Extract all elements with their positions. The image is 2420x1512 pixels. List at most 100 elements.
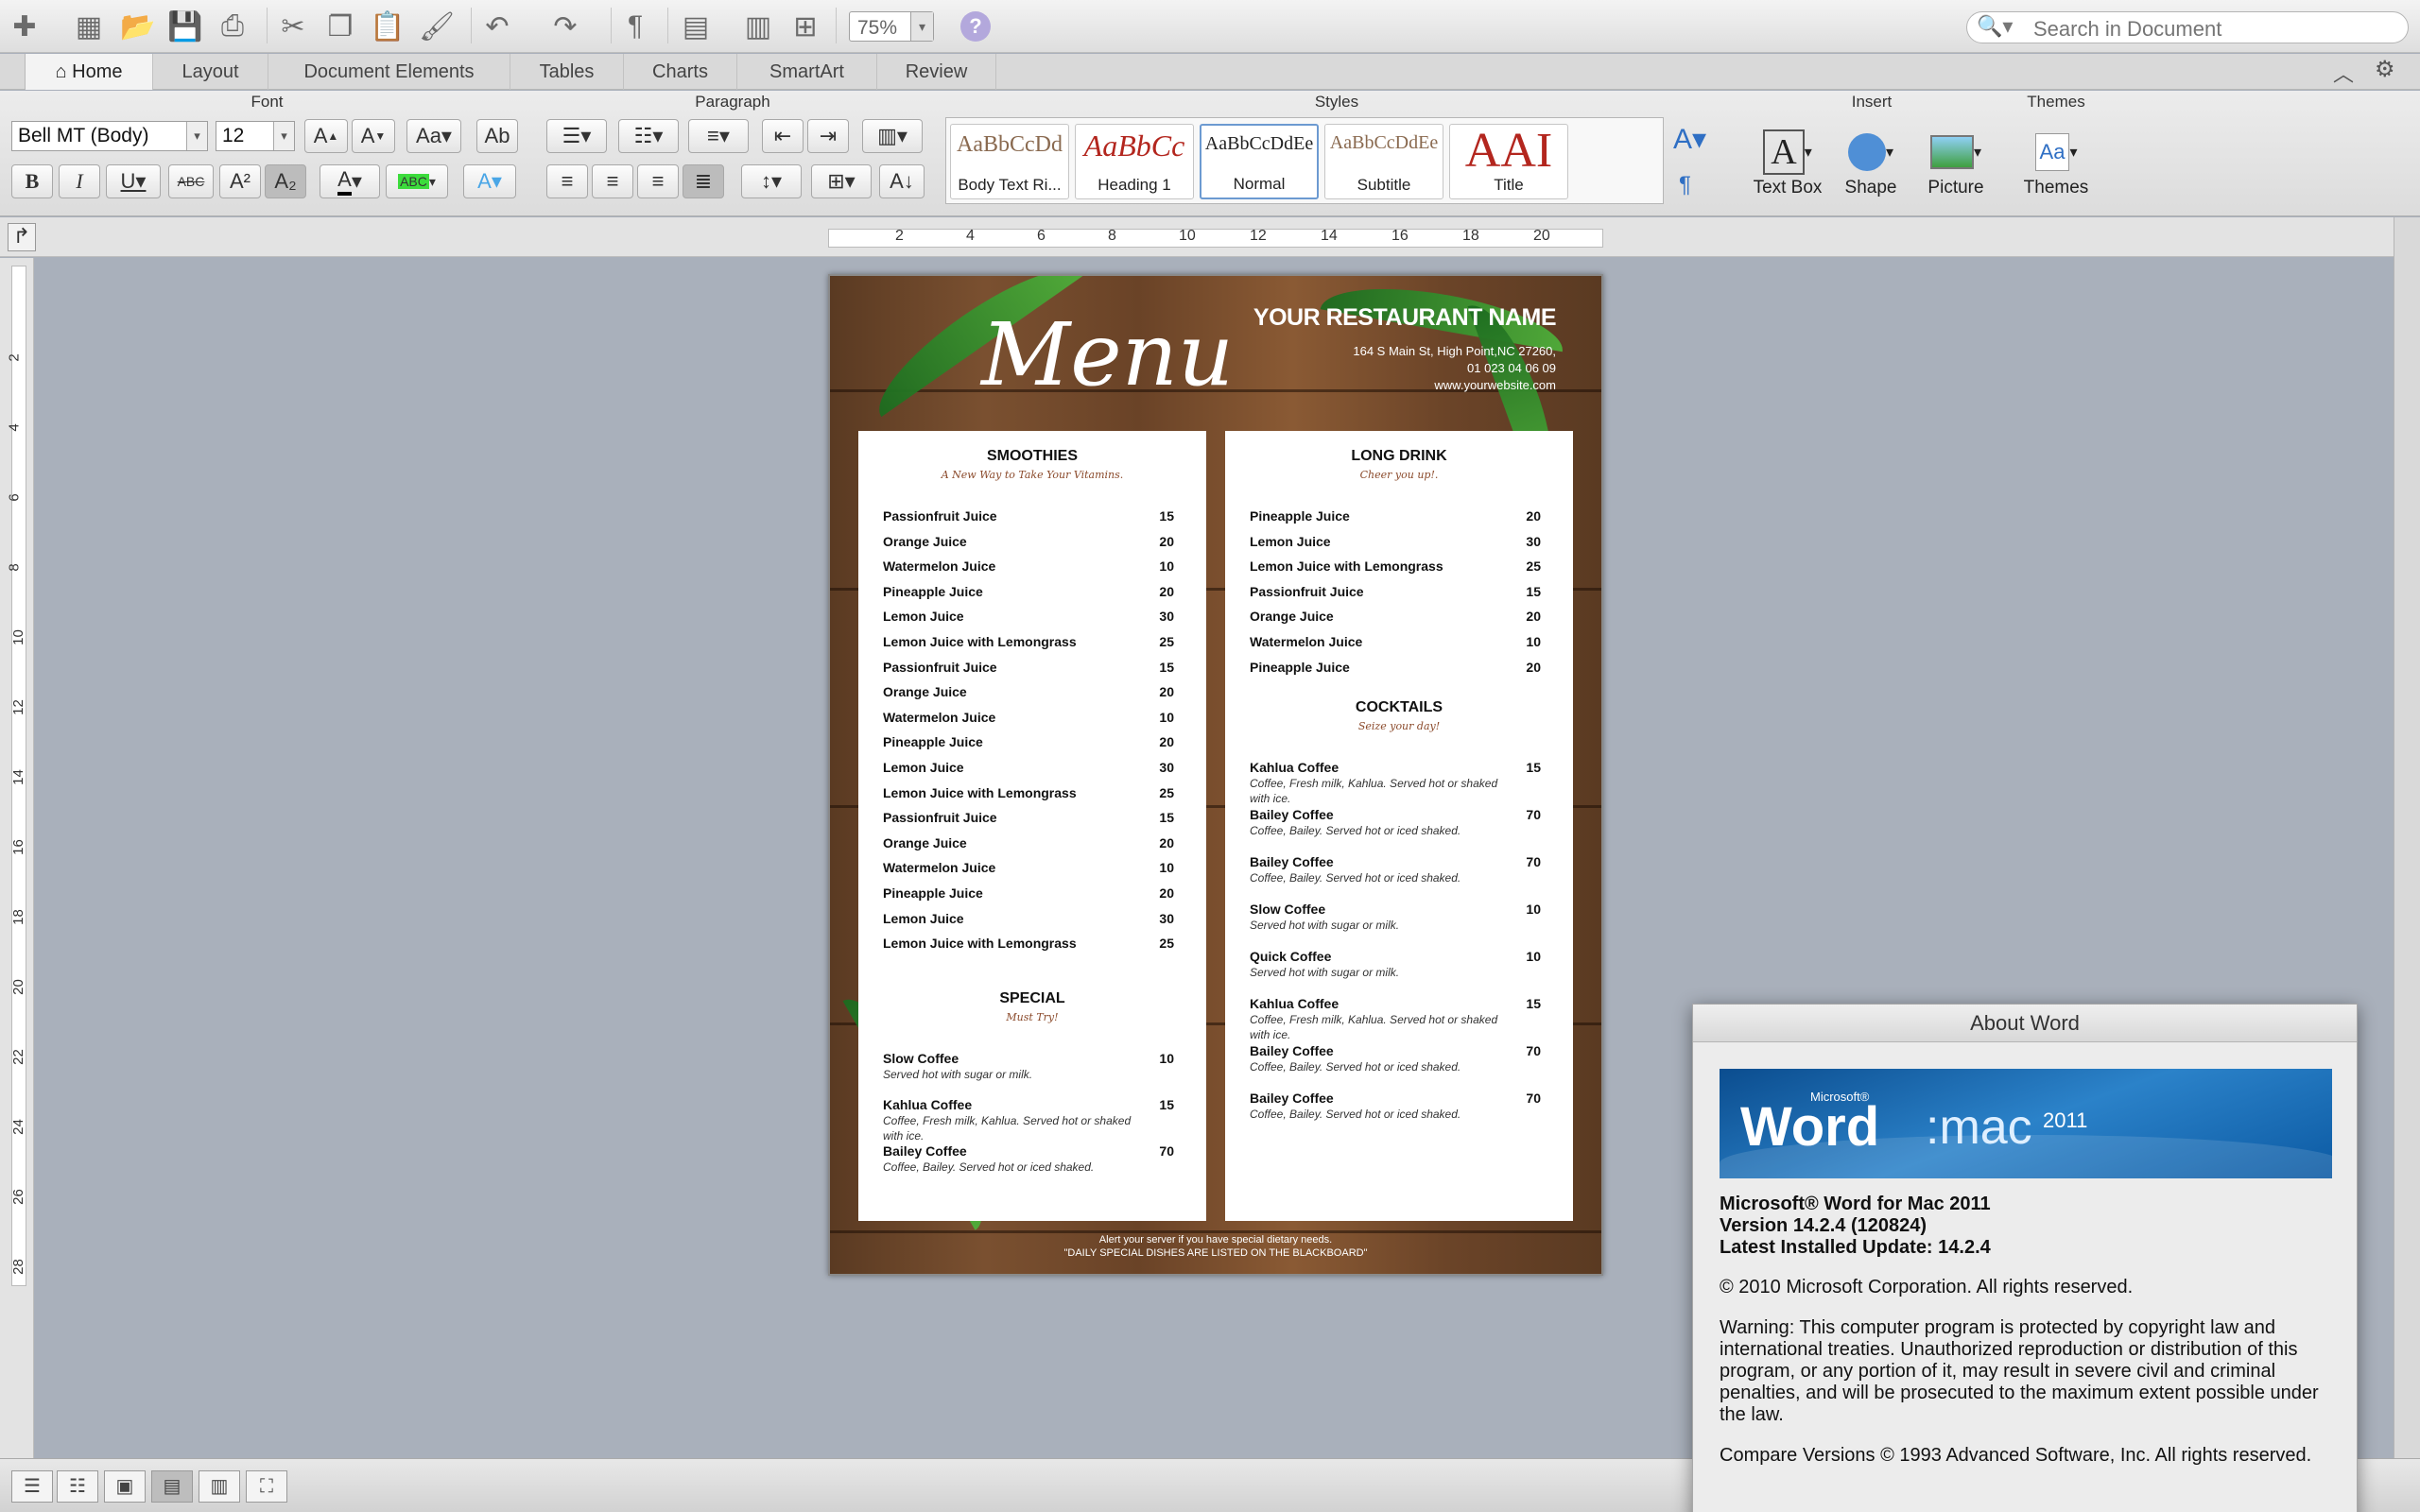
view-layout-icon[interactable]: ▤ [675,6,717,47]
vruler-strip[interactable]: 2 4 6 8 10 12 14 16 18 20 22 24 26 28 [7,266,26,1286]
search-icon[interactable]: 🔍▾ [1977,14,2013,39]
decrease-indent-button[interactable]: ⇤ [762,119,804,153]
save-icon[interactable]: 💾 [164,6,206,47]
template-gallery-icon[interactable]: ▦ [68,6,110,47]
paste-icon[interactable]: 📋 [367,6,408,47]
pilcrow-icon[interactable]: ¶ [614,6,656,47]
style-title[interactable]: AAI Title [1449,124,1568,199]
shape-button[interactable]: ▾ Shape [1828,127,1913,204]
text-effects-button[interactable]: A▾ [463,164,516,198]
ruler-strip[interactable]: 2 4 6 8 10 12 14 16 18 20 [828,228,1603,248]
help-icon[interactable]: ? [960,11,991,42]
subscript-button[interactable]: A₂ [265,164,306,198]
print-icon[interactable]: ⎙ [212,6,253,47]
gear-icon[interactable]: ⚙ [2375,56,2395,83]
shrink-font-button[interactable]: A ▼ [352,119,395,153]
increase-indent-button[interactable]: ⇥ [807,119,849,153]
menu-item-description: Coffee, Bailey. Served hot or iced shake… [1250,824,1461,837]
picture-button[interactable]: ▾ Picture [1913,127,1998,204]
strikethrough-button[interactable]: ABC [168,164,214,198]
bullets-button[interactable]: ☰▾ [546,119,607,153]
draft-view-button[interactable]: ☰ [11,1470,53,1503]
style-normal[interactable]: AaBbCcDdEe Normal [1200,124,1319,199]
highlight-button[interactable]: ABC ▾ [386,164,448,198]
outline-view-button[interactable]: ☷ [57,1470,98,1503]
tab-document-elements[interactable]: Document Elements [268,54,510,90]
print-layout-view-button[interactable]: ▤ [151,1470,193,1503]
menu-item-name: Watermelon Juice [883,860,996,876]
publishing-view-button[interactable]: ▣ [104,1470,146,1503]
ruler-number: 22 [9,1049,26,1065]
tab-home[interactable]: ⌂ Home [25,54,153,90]
sort-button[interactable]: A↓ [879,164,925,198]
menu-item: Bailey Coffee 70 Coffee, Bailey. Served ho… [1250,854,1541,885]
section-title: SPECIAL [999,990,1065,1006]
cut-icon[interactable]: ✂ [272,6,314,47]
style-heading-1[interactable]: AaBbCc Heading 1 [1075,124,1194,199]
change-case-button[interactable]: Aa▾ [406,119,461,153]
vertical-ruler[interactable]: 2 4 6 8 10 12 14 16 18 20 22 24 26 28 [0,258,34,1458]
font-color-button[interactable]: A ▾ [320,164,380,198]
numbering-button[interactable]: ☷▾ [618,119,679,153]
restaurant-name: YOUR RESTAURANT NAME [1253,304,1557,331]
media-browser-icon[interactable]: ⊞ [785,6,826,47]
new-document-icon[interactable]: ✚ [4,6,45,47]
align-right-button[interactable]: ≡ [637,164,679,198]
borders-button[interactable]: ⊞▾ [811,164,872,198]
chevron-down-icon[interactable]: ▾ [273,122,294,150]
align-center-button[interactable]: ≡ [592,164,633,198]
open-icon[interactable]: 📂 [117,6,159,47]
copy-icon[interactable]: ❐ [320,6,361,47]
multilevel-list-button[interactable]: ≡▾ [688,119,749,153]
justify-button[interactable]: ≣ [683,164,724,198]
menu-item: Pineapple Juice 20 [1250,660,1541,680]
italic-button[interactable]: I [59,164,100,198]
clear-formatting-button[interactable]: Ab [476,119,518,153]
style-manager-icon[interactable]: A▾ [1673,123,1706,156]
grow-font-button[interactable]: A ▲ [304,119,348,153]
search-input[interactable] [2033,17,2393,42]
superscript-button[interactable]: A² [219,164,261,198]
document-page[interactable]: Menu YOUR RESTAURANT NAME 164 S Main St,… [828,274,1603,1276]
horizontal-ruler[interactable]: ↱ 2 4 6 8 10 12 14 16 18 20 [0,217,2420,257]
menu-item-name: Kahlua Coffee [1250,996,1340,1011]
collapse-ribbon-icon[interactable]: ︿ [2333,58,2354,88]
dialog-title[interactable]: About Word [1693,1005,2357,1042]
tab-review[interactable]: Review [877,54,996,90]
menu-item-price: 20 [1526,659,1541,675]
bold-button[interactable]: B [11,164,53,198]
style-subtitle[interactable]: AaBbCcDdEe Subtitle [1324,124,1443,199]
zoom-select[interactable]: 75% ▾ [849,11,934,42]
chevron-down-icon[interactable]: ▾ [910,12,933,41]
font-size-field[interactable]: 12 ▾ [216,121,295,151]
menu-item-name: Lemon Juice [883,760,964,775]
underline-button[interactable]: U▾ [106,164,161,198]
vertical-scrollbar[interactable] [2394,217,2420,1458]
themes-button[interactable]: Aa ▾ Themes [2014,127,2099,204]
tab-stop-icon[interactable]: ↱ [8,223,36,251]
redo-icon[interactable]: ↷ [544,6,586,47]
paragraph-group-title: Paragraph [695,93,770,111]
chevron-down-icon[interactable]: ▾ [186,122,207,150]
tab-label: Document Elements [303,61,475,82]
undo-icon[interactable]: ↶ [476,6,518,47]
tab-tables[interactable]: Tables [510,54,624,90]
format-painter-icon[interactable]: 🖌 [416,6,458,47]
line-spacing-button[interactable]: ↕▾ [741,164,802,198]
columns-button[interactable]: ▥▾ [862,119,923,153]
font-name-field[interactable]: Bell MT (Body) ▾ [11,121,208,151]
focus-view-button[interactable]: ⛶ [246,1470,287,1503]
tab-layout[interactable]: Layout [153,54,268,90]
styles-pane-icon[interactable]: ¶ [1679,172,1691,198]
tab-charts[interactable]: Charts [624,54,737,90]
menu-item-price: 20 [1159,684,1174,700]
text-box-button[interactable]: A ▾ Text Box [1745,127,1830,204]
search-box[interactable]: 🔍▾ [1966,11,2409,43]
style-body-text[interactable]: AaBbCcDd Body Text Ri... [950,124,1069,199]
notebook-view-button[interactable]: ▥ [199,1470,240,1503]
align-left-button[interactable]: ≡ [546,164,588,198]
sidebar-icon[interactable]: ▥ [737,6,779,47]
menu-item: Lemon Juice with Lemongrass 25 [883,785,1174,806]
tab-smartart[interactable]: SmartArt [737,54,877,90]
about-word-dialog[interactable]: About Word Word Microsoft® :mac 2011 Mic… [1692,1004,2358,1512]
